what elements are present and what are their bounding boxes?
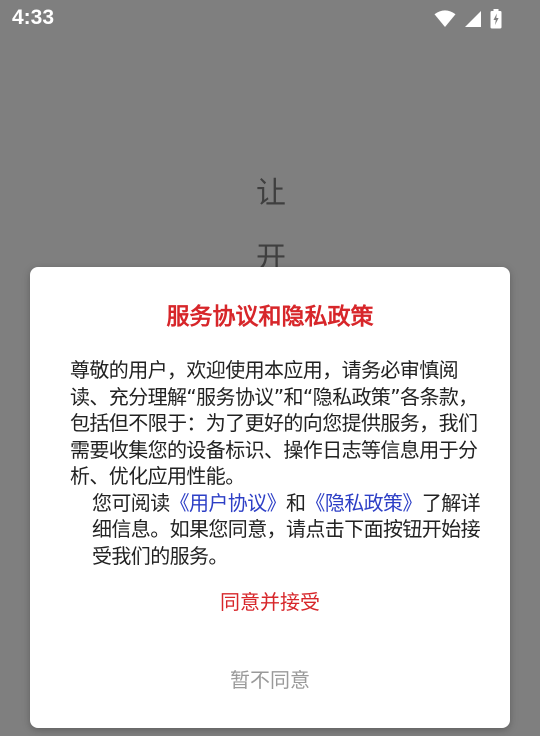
user-agreement-link[interactable]: 《用户协议》 bbox=[170, 491, 287, 515]
paragraph-2-and: 和 bbox=[286, 490, 306, 515]
status-icons bbox=[434, 8, 502, 30]
dialog-body: 尊敬的用户，欢迎使用本应用，请务必审慎阅读、充分理解“服务协议”和“隐私政策”各… bbox=[48, 357, 494, 569]
wifi-icon bbox=[434, 10, 456, 28]
decline-button[interactable]: 暂不同意 bbox=[30, 663, 510, 694]
status-time: 4:33 bbox=[12, 6, 55, 29]
dialog-paragraph-1: 尊敬的用户，欢迎使用本应用，请务必审慎阅读、充分理解“服务协议”和“隐私政策”各… bbox=[70, 358, 478, 488]
background-text-line-1: 让 bbox=[256, 176, 286, 211]
signal-icon bbox=[464, 10, 482, 28]
privacy-policy-link[interactable]: 《隐私政策》 bbox=[305, 491, 422, 515]
dialog-title: 服务协议和隐私政策 bbox=[166, 304, 374, 330]
privacy-consent-dialog: 服务协议和隐私政策 尊敬的用户，欢迎使用本应用，请务必审慎阅读、充分理解“服务协… bbox=[30, 267, 510, 728]
agree-button[interactable]: 同意并接受 bbox=[30, 585, 510, 616]
status-bar: 4:33 bbox=[0, 0, 540, 36]
paragraph-2-prefix: 您可阅读 bbox=[92, 490, 170, 515]
battery-charging-icon bbox=[490, 9, 502, 29]
dialog-paragraph-2: 您可阅读《用户协议》和《隐私政策》了解详细信息。如果您同意，请点击下面按钮开始接… bbox=[48, 490, 494, 570]
